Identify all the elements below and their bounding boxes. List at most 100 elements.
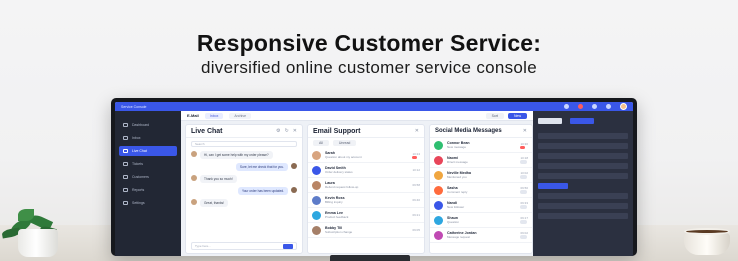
- refresh-icon[interactable]: ↻: [285, 128, 289, 134]
- sidebar: Dashboard Inbox Live Chat Tickets Custom…: [115, 111, 181, 256]
- list-item[interactable]: Connor Bean New message 10:30: [430, 138, 532, 153]
- user-avatar[interactable]: [620, 103, 627, 110]
- sidebar-item-dashboard[interactable]: Dashboard: [119, 120, 177, 130]
- sidebar-item-tickets[interactable]: Tickets: [119, 159, 177, 169]
- settings-icon[interactable]: ⚙: [276, 128, 280, 134]
- tab-inbox[interactable]: Inbox: [204, 112, 224, 119]
- details-pane: [533, 111, 633, 256]
- console-screen: Service Console Dashboard Inbox Live Cha…: [115, 102, 633, 256]
- avatar: [434, 140, 443, 150]
- status-toggle[interactable]: [520, 220, 528, 224]
- list-item[interactable]: Sarah Question about my account 10:24: [308, 148, 424, 163]
- message-text: Sure, let me check that for you.: [235, 163, 288, 171]
- email-subject: Refund request follow-up: [325, 185, 359, 189]
- list-item[interactable]: Neville Medha Mentioned you 10:02: [430, 168, 532, 183]
- email-subject: Question about my account: [325, 155, 362, 159]
- search-icon[interactable]: [564, 104, 569, 109]
- sidebar-item-inbox[interactable]: Inbox: [119, 133, 177, 143]
- close-icon[interactable]: ✕: [415, 128, 419, 134]
- monitor-stand: [330, 255, 410, 261]
- status-toggle[interactable]: [520, 190, 528, 194]
- live-chat-title: Live Chat: [191, 127, 223, 135]
- message-preview: Mentioned you: [447, 175, 467, 179]
- message-preview: Direct message: [447, 160, 468, 164]
- list-item[interactable]: Laura Refund request follow-up 09:58: [308, 178, 424, 193]
- email-subject: Billing inquiry: [325, 200, 343, 204]
- send-button[interactable]: [283, 243, 293, 249]
- email-time: 09:40: [412, 198, 420, 202]
- detail-field: [538, 193, 628, 199]
- details-tab[interactable]: [538, 118, 562, 124]
- sidebar-item-live-chat[interactable]: Live Chat: [119, 146, 177, 156]
- message-preview: Message request: [447, 235, 471, 239]
- message-preview: Question: [447, 220, 460, 224]
- list-item[interactable]: Sasha Comment reply 09:50: [430, 183, 532, 198]
- close-icon[interactable]: ✕: [523, 128, 527, 134]
- avatar: [312, 195, 321, 205]
- sidebar-item-settings[interactable]: Settings: [119, 198, 177, 208]
- brand-label: Service Console: [121, 104, 147, 109]
- detail-field: [538, 173, 628, 179]
- sidebar-item-reports[interactable]: Reports: [119, 185, 177, 195]
- social-media-title: Social Media Messages: [435, 128, 502, 134]
- sidebar-item-label: Customers: [132, 175, 149, 179]
- status-toggle[interactable]: [520, 235, 528, 239]
- detail-action-button[interactable]: [538, 183, 568, 189]
- chat-message: Sure, let me check that for you.: [191, 163, 297, 171]
- avatar: [291, 187, 297, 193]
- detail-field: [538, 163, 628, 169]
- status-toggle[interactable]: [520, 205, 528, 209]
- monitor: Service Console Dashboard Inbox Live Cha…: [111, 98, 637, 256]
- avatar: [434, 185, 443, 195]
- mail-icon[interactable]: [592, 104, 597, 109]
- message-time: 10:30: [520, 141, 528, 146]
- notification-icon[interactable]: [578, 104, 583, 109]
- chat-search-input[interactable]: Search: [191, 141, 297, 147]
- email-time: 10:12: [412, 168, 420, 172]
- list-item[interactable]: Naomi Direct message 10:18: [430, 153, 532, 168]
- live-chat-panel: Live Chat ⚙ ↻ ✕ Search Hi, can I get som…: [185, 124, 303, 254]
- list-item[interactable]: Kevin Ross Billing inquiry 09:40: [308, 193, 424, 208]
- unread-badge: [412, 155, 418, 159]
- top-bar: Service Console: [115, 102, 633, 111]
- message-time: 09:33: [520, 201, 528, 205]
- message-text: Your order has been updated.: [237, 187, 288, 195]
- gear-icon: [123, 201, 128, 205]
- list-item[interactable]: Shaun Question 09:17: [430, 213, 532, 228]
- new-button[interactable]: New: [507, 112, 527, 119]
- chat-message-input[interactable]: Type here...: [191, 242, 297, 250]
- list-item[interactable]: David Smith Order delivery status 10:12: [308, 163, 424, 178]
- subheadline: diversified online customer service cons…: [200, 58, 538, 77]
- avatar: [191, 151, 197, 157]
- detail-field: [538, 203, 628, 209]
- status-toggle[interactable]: [520, 160, 528, 164]
- settings-icon[interactable]: [606, 104, 611, 109]
- tabs-bar: E-Mail Inbox Archive Sort New: [181, 111, 533, 121]
- sidebar-item-customers[interactable]: Customers: [119, 172, 177, 182]
- tab-archive[interactable]: Archive: [229, 112, 252, 119]
- avatar: [191, 175, 197, 181]
- sidebar-item-label: Live Chat: [132, 149, 147, 153]
- avatar: [291, 163, 297, 169]
- email-subject: Subscription change: [325, 230, 353, 234]
- detail-field: [538, 153, 628, 159]
- avatar: [312, 150, 321, 160]
- list-item[interactable]: Nandi New follower 09:33: [430, 198, 532, 213]
- email-support-title: Email Support: [313, 127, 361, 135]
- message-preview: Comment reply: [447, 190, 468, 194]
- chat-input-placeholder: Type here...: [195, 244, 211, 248]
- message-text: Hi, can I get some help with my order pl…: [200, 151, 273, 159]
- message-text: Thank you so much!: [200, 175, 237, 183]
- sort-button[interactable]: Sort: [485, 112, 504, 119]
- list-item[interactable]: Bobby Till Subscription change 09:05: [308, 223, 424, 238]
- details-tab-active[interactable]: [570, 118, 594, 124]
- filter-unread[interactable]: Unread: [332, 140, 357, 146]
- close-icon[interactable]: ✕: [293, 128, 297, 134]
- list-item[interactable]: Catherine Jordan Message request 09:02: [430, 228, 532, 243]
- detail-field: [538, 133, 628, 139]
- list-item[interactable]: Emma Lee Product feedback 09:21: [308, 208, 424, 223]
- status-toggle[interactable]: [520, 175, 528, 179]
- sidebar-item-label: Reports: [132, 188, 145, 192]
- avatar: [312, 180, 321, 190]
- filter-all[interactable]: All: [313, 140, 329, 146]
